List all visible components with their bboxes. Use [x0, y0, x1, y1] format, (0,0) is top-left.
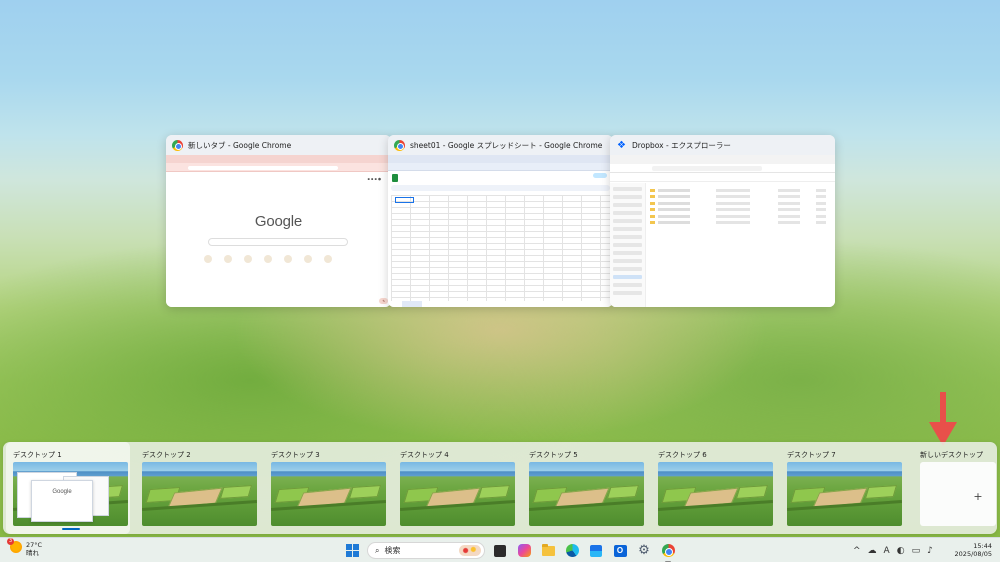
desktop-thumbnail: Google [13, 462, 128, 526]
sheets-icon [392, 174, 398, 182]
desktop-3[interactable]: デスクトップ 3 [264, 442, 388, 534]
desktop-thumbnail [529, 462, 644, 526]
chrome-icon [661, 544, 675, 557]
search-placeholder: 検索 [384, 546, 401, 555]
new-desktop-button[interactable]: 新しいデスクトップ + [917, 442, 996, 534]
desktop-label: デスクトップ 3 [271, 451, 320, 459]
copilot-icon [517, 544, 531, 557]
system-tray: ^ ☁ A ◐ ▭ ♪ [853, 540, 933, 561]
weather-condition: 晴れ [26, 549, 39, 557]
taskbar-search-box[interactable]: ⌕ 検索 [367, 542, 485, 559]
task-view-icon [494, 544, 506, 557]
store-button[interactable] [587, 542, 605, 560]
desktop-label: デスクトップ 2 [142, 451, 191, 459]
ime-mode-icon[interactable]: ◐ [897, 546, 905, 556]
outlook-button[interactable]: O [611, 542, 629, 560]
start-button[interactable] [343, 542, 361, 560]
file-explorer-icon [541, 543, 555, 556]
store-icon [590, 544, 602, 557]
desktop-label: デスクトップ 7 [787, 451, 836, 459]
desktop-label: デスクトップ 1 [13, 451, 62, 459]
mini-window: Google [31, 480, 93, 522]
desktop-label: デスクトップ 6 [658, 451, 707, 459]
red-arrow-annotation [929, 392, 957, 446]
virtual-desktops-strip: デスクトップ 1 Google デスクトップ 2 デスクトップ 3 デスクトップ… [3, 442, 997, 534]
weather-temperature: 27°C [26, 541, 43, 549]
taskbar: 3 27°C 晴れ ⌕ 検索 O ⚙ ^ ☁ A ◐ ▭ ♪ 15:44 202… [0, 537, 1000, 562]
top-links: ▪ ▪ ▪ ● [367, 177, 381, 181]
new-desktop-label: 新しいデスクトップ [920, 451, 983, 459]
sun-icon: 3 [7, 538, 22, 553]
desktop-6[interactable]: デスクトップ 6 [651, 442, 775, 534]
window-preview-chrome-newtab[interactable]: 新しいタブ - Google Chrome ▪ ▪ ▪ ● Google ✎ [166, 135, 391, 307]
window-title: sheet01 - Google スプレッドシート - Google Chrom… [410, 140, 603, 150]
search-highlight-icon [459, 545, 481, 556]
desktop-7[interactable]: デスクトップ 7 [780, 442, 904, 534]
sheet-tab [402, 301, 422, 307]
window-title: 新しいタブ - Google Chrome [188, 140, 292, 150]
file-explorer-button[interactable] [539, 542, 557, 560]
notification-badge: 3 [7, 538, 14, 545]
clock[interactable]: 15:44 2025/08/05 [955, 542, 992, 558]
window-title: Dropbox - エクスプローラー [632, 140, 731, 150]
clock-date: 2025/08/05 [954, 550, 992, 558]
desktop-2[interactable]: デスクトップ 2 [135, 442, 259, 534]
settings-icon: ⚙ [638, 543, 650, 558]
chrome-icon [172, 139, 183, 151]
window-content: ▪ ▪ ▪ ● Google ✎ [166, 155, 391, 307]
speaker-icon[interactable]: ♪ [927, 546, 933, 556]
settings-button[interactable]: ⚙ [635, 542, 653, 560]
clock-time: 15:44 [973, 542, 992, 550]
desktop-5[interactable]: デスクトップ 5 [522, 442, 646, 534]
window-titlebar: sheet01 - Google スプレッドシート - Google Chrom… [388, 135, 613, 155]
task-view-button[interactable] [491, 542, 509, 560]
desktop-thumbnail [400, 462, 515, 526]
copilot-button[interactable] [515, 542, 533, 560]
dropbox-icon: ❖ [617, 139, 626, 151]
active-indicator [62, 528, 80, 530]
desktop-thumbnail [787, 462, 902, 526]
google-search-box [208, 238, 348, 246]
ime-indicator[interactable]: A [884, 546, 890, 556]
window-preview-dropbox-explorer[interactable]: ❖ Dropbox - エクスプローラー [610, 135, 835, 307]
taskbar-center: ⌕ 検索 O ⚙ [343, 540, 677, 562]
outlook-icon: O [613, 544, 627, 557]
shortcut-tiles [204, 255, 332, 263]
google-logo: Google [254, 213, 303, 230]
search-icon: ⌕ [375, 545, 380, 555]
plus-icon: + [973, 489, 983, 503]
chrome-taskbar-button[interactable] [659, 542, 677, 562]
edge-icon [565, 544, 579, 557]
customize-chrome-button: ✎ [379, 298, 388, 304]
window-titlebar: 新しいタブ - Google Chrome [166, 135, 391, 155]
desktop-thumbnail [142, 462, 257, 526]
file-list [650, 185, 831, 228]
edge-button[interactable] [563, 542, 581, 560]
display-icon[interactable]: ▭ [912, 546, 921, 556]
network-icon[interactable]: ☁ [868, 546, 877, 556]
desktop-label: デスクトップ 4 [400, 451, 449, 459]
share-button [593, 173, 607, 178]
desktop-thumbnail [271, 462, 386, 526]
window-titlebar: ❖ Dropbox - エクスプローラー [610, 135, 835, 155]
chrome-icon [394, 139, 405, 151]
weather-widget[interactable]: 3 27°C 晴れ [7, 538, 43, 557]
spreadsheet-grid [391, 195, 610, 301]
selected-cell [395, 197, 414, 203]
window-content [610, 155, 835, 307]
window-content [388, 155, 613, 307]
windows-start-icon [345, 544, 359, 557]
show-hidden-icons-chevron[interactable]: ^ [853, 546, 861, 556]
navigation-pane [610, 183, 646, 307]
window-preview-google-sheets[interactable]: sheet01 - Google スプレッドシート - Google Chrom… [388, 135, 613, 307]
desktop-1[interactable]: デスクトップ 1 Google [6, 442, 130, 534]
desktop-thumbnail [658, 462, 773, 526]
new-desktop-tile[interactable]: + [920, 462, 996, 526]
desktop-label: デスクトップ 5 [529, 451, 578, 459]
desktop-4[interactable]: デスクトップ 4 [393, 442, 517, 534]
